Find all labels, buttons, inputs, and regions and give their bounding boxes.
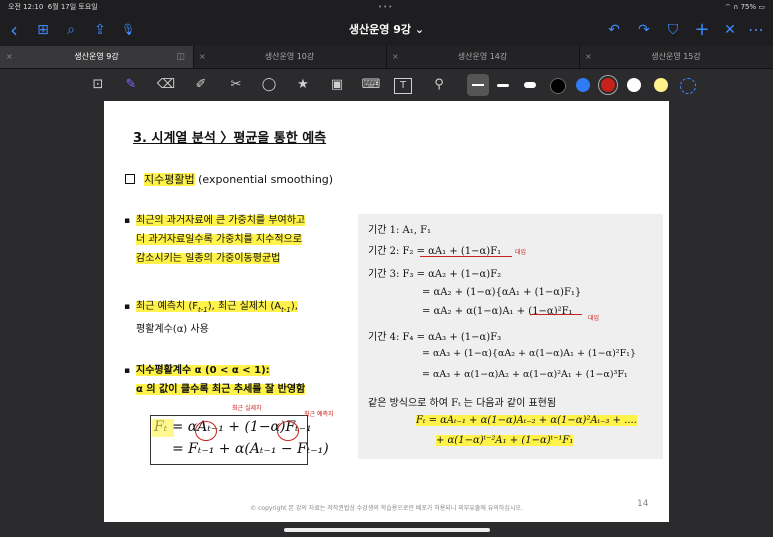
- derivation-line: 기간 1: A₁, F₁: [368, 225, 432, 236]
- drawing-toolbar: ⊡ ✎ ⌫ ✐ ✂ ◯ ★ ▣ ⌨ T ⚲: [0, 69, 773, 101]
- tab-3[interactable]: × 생산운영 14강: [386, 46, 580, 68]
- lasso-select-icon[interactable]: ⊡: [87, 75, 109, 95]
- annotation-substitute: 대입: [515, 249, 527, 256]
- derivation-line: 기간 2: F₂ = αA₁ + (1−α)F₁: [368, 246, 502, 257]
- annotation-recent-forecast: 최근 예측치: [304, 411, 334, 418]
- sticker-icon[interactable]: ★: [292, 75, 314, 95]
- page-number: 14: [637, 499, 649, 509]
- tab-close-icon[interactable]: ×: [199, 46, 206, 68]
- status-time-date: 오전 12:10 6월 17일 토요일: [8, 3, 98, 11]
- status-bar: 오전 12:10 6월 17일 토요일 ••• ⌔ ∩ 75% ▭: [0, 0, 773, 14]
- slide-page[interactable]: 3. 시계열 분석 〉평균을 통한 예측 지수평활법 (exponential …: [104, 101, 669, 522]
- share-icon[interactable]: ⇪: [90, 20, 110, 40]
- section-checkbox: [125, 174, 135, 184]
- tab-label: 생산운영 15강: [651, 52, 701, 61]
- section-title: 지수평활법 (exponential smoothing): [144, 173, 334, 186]
- window-dots[interactable]: •••: [378, 0, 393, 14]
- lasso-icon[interactable]: ◯: [258, 75, 280, 95]
- slide-heading: 3. 시계열 분석 〉평균을 통한 예측: [133, 131, 327, 146]
- derivation-line: 기간 3: F₃ = αA₂ + (1−α)F₂: [368, 269, 502, 280]
- tab-label: 생산운영 9강: [74, 52, 119, 61]
- tab-close-icon[interactable]: ×: [585, 46, 592, 68]
- copyright-footer: © copyright 본 강의 자료는 저작권법상 수강생의 학습용으로만 배…: [250, 505, 523, 512]
- highlighter-icon[interactable]: ✐: [190, 75, 212, 95]
- bullet-marker: ▪: [124, 366, 131, 376]
- eraser-icon[interactable]: ⌫: [155, 75, 177, 95]
- general-formula-2: + α(1−α)ᵗ⁻²A₁ + (1−α)ᵗ⁻¹F₁: [436, 435, 574, 446]
- derivation-line: = αA₃ + (1−α){αA₂ + α(1−α)A₁ + (1−α)²F₁}: [422, 348, 637, 359]
- paragraph-definition: 최근의 과거자료에 큰 가중치를 부여하고 더 과거자료일수록 가중치를 지수적…: [136, 215, 306, 264]
- grid-icon[interactable]: ⊞: [33, 20, 53, 40]
- document-tabs: × 생산운영 9강 ◫ × 생산운영 10강 × 생산운영 14강 × 생산운영…: [0, 46, 773, 69]
- back-icon[interactable]: ‹: [4, 20, 24, 40]
- tab-1[interactable]: × 생산운영 9강 ◫: [0, 46, 194, 68]
- document-title[interactable]: 생산운영 9강 ⌄: [300, 21, 473, 37]
- paragraph-variables: 최근 예측치 (Ft-1), 최근 실제치 (At-1), 평활계수(α) 사용: [136, 301, 298, 335]
- derivation-line: = αA₃ + α(1−α)A₂ + α(1−α)²A₁ + (1−α)³F₁: [422, 369, 628, 380]
- bullet-marker: ▪: [124, 216, 131, 226]
- color-black[interactable]: [550, 78, 566, 94]
- formula-line-2: = Fₜ₋₁ + α(Aₜ₋₁ − Fₜ₋₁): [172, 441, 329, 457]
- shapes-icon[interactable]: ✂: [225, 75, 247, 95]
- derivation-line: = αA₂ + α(1−α)A₁ + (1−α)²F₁: [422, 306, 573, 317]
- annotation-underline: [420, 256, 512, 257]
- derivation-line: 기간 4: F₄ = αA₃ + (1−α)F₃: [368, 332, 502, 343]
- color-red-selected[interactable]: [601, 78, 615, 92]
- tab-label: 생산운영 14강: [457, 52, 508, 61]
- color-yellow[interactable]: [654, 78, 668, 92]
- image-icon[interactable]: ▣: [326, 75, 348, 95]
- bookmark-icon[interactable]: ⛉: [663, 20, 683, 40]
- top-nav: ‹ ⊞ ⌕ ⇪ 🎙 생산운영 9강 ⌄ ↶ ↷ ⛉ + ✕ ⋯: [0, 14, 773, 46]
- color-white[interactable]: [627, 78, 641, 92]
- home-indicator[interactable]: [284, 528, 490, 532]
- formula-highlight: [152, 419, 174, 437]
- annotation-underline: [530, 314, 582, 315]
- general-formula-1: Fₜ = αAₜ₋₁ + α(1−α)Aₜ₋₂ + α(1−α)²Aₜ₋₃ + …: [416, 415, 637, 426]
- derivation-line: = αA₂ + (1−α){αA₁ + (1−α)F₁}: [422, 287, 582, 298]
- annotation-circle: [277, 421, 299, 441]
- paragraph-smoothing-constant: 지수평활계수 α (0 < α < 1): α 의 값이 클수록 최근 추세를 …: [136, 365, 306, 395]
- more-icon[interactable]: ⋯: [746, 20, 766, 40]
- derivation-summary: 같은 방식으로 하여 Fₜ 는 다음과 같이 표현됨: [368, 398, 557, 409]
- stroke-width-thick[interactable]: [524, 82, 536, 88]
- split-view-icon[interactable]: ◫: [176, 46, 185, 68]
- undo-icon[interactable]: ↶: [604, 20, 624, 40]
- add-page-icon[interactable]: +: [692, 20, 712, 40]
- annotation-substitute: 대입: [588, 315, 600, 322]
- text-box-icon[interactable]: T: [394, 78, 412, 94]
- annotation-circle: [195, 421, 217, 441]
- redo-icon[interactable]: ↷: [634, 20, 654, 40]
- color-blue[interactable]: [576, 78, 590, 92]
- laser-pointer-icon[interactable]: ⚲: [428, 75, 450, 95]
- bullet-marker: ▪: [124, 302, 131, 312]
- tab-close-icon[interactable]: ×: [392, 46, 399, 68]
- close-icon[interactable]: ✕: [720, 20, 740, 40]
- tab-label: 생산운영 10강: [264, 52, 315, 61]
- microphone-icon[interactable]: 🎙: [118, 20, 138, 40]
- keyboard-icon[interactable]: ⌨: [360, 75, 382, 95]
- tab-2[interactable]: × 생산운영 10강: [193, 46, 387, 68]
- pen-icon[interactable]: ✎: [120, 75, 142, 95]
- stroke-width-medium[interactable]: [497, 84, 509, 87]
- tab-4[interactable]: × 생산운영 15강: [579, 46, 773, 68]
- battery: ⌔ ∩ 75% ▭: [724, 3, 765, 11]
- tab-close-icon[interactable]: ×: [6, 46, 13, 68]
- annotation-recent-actual: 최근 실제치: [232, 405, 262, 412]
- add-color-icon[interactable]: [680, 78, 696, 94]
- stroke-width-thin[interactable]: [467, 74, 489, 96]
- search-icon[interactable]: ⌕: [61, 20, 81, 40]
